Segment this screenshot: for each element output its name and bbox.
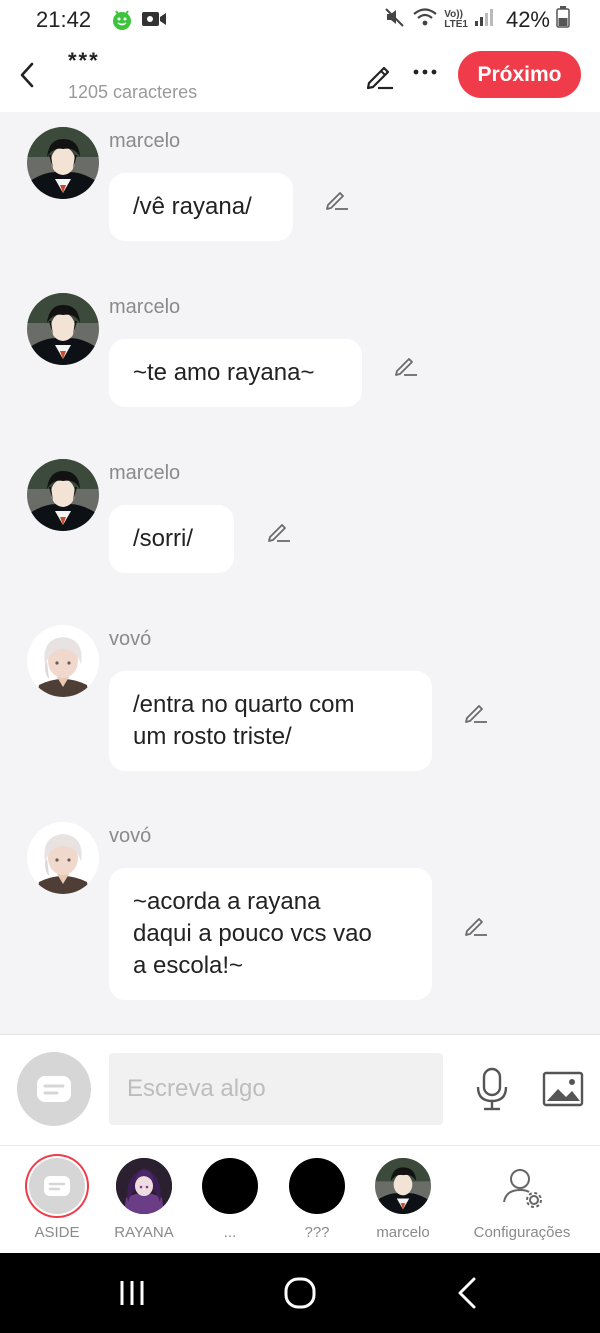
edit-message-button[interactable]: [463, 699, 489, 725]
character-tab-ellipsis[interactable]: ...: [180, 1146, 280, 1254]
message-sender: vovó: [109, 825, 152, 847]
message-line: daqui a pouco vcs vao: [133, 920, 372, 947]
home-icon: [284, 1277, 316, 1309]
user-settings-icon: [494, 1158, 550, 1214]
character-tab-label: ASIDE: [34, 1224, 80, 1241]
pencil-icon: [366, 66, 393, 90]
next-button[interactable]: Próximo: [458, 51, 581, 98]
avatar-marcelo: [375, 1158, 431, 1214]
back-icon: [458, 1277, 476, 1309]
avatar-marcelo[interactable]: [27, 459, 99, 531]
avatar-rayana: [116, 1158, 172, 1214]
wifi-icon: [412, 6, 438, 33]
more-icon: [413, 69, 437, 75]
character-tab-unknown[interactable]: ???: [267, 1146, 367, 1254]
image-icon: [542, 1071, 584, 1107]
pencil-icon: [465, 918, 487, 936]
settings-label: Configurações: [473, 1224, 571, 1241]
chevron-left-icon: [20, 62, 34, 88]
android-icon: [110, 8, 134, 37]
compose-bar: [0, 1034, 600, 1145]
image-button[interactable]: [542, 1071, 584, 1107]
avatar-marcelo[interactable]: [27, 127, 99, 199]
message-line: /entra no quarto com: [133, 691, 355, 718]
character-tab-label: RAYANA: [114, 1224, 174, 1241]
avatar-vovo[interactable]: [27, 625, 99, 697]
avatar-vovo[interactable]: [27, 822, 99, 894]
back-button[interactable]: [14, 58, 42, 92]
home-button[interactable]: [278, 1273, 322, 1313]
avatar-placeholder: [289, 1158, 345, 1214]
message-line: /vê rayana/: [133, 193, 252, 220]
message-sender: marcelo: [109, 462, 181, 484]
pencil-icon: [326, 192, 348, 210]
message-sender: marcelo: [109, 296, 181, 318]
video-icon: [141, 9, 167, 34]
editor-header: *** 1205 caracteres Próximo: [0, 42, 600, 112]
status-indicators: Vo)) LTE1 42%: [384, 6, 570, 33]
edit-message-button[interactable]: [463, 912, 489, 938]
settings-tab[interactable]: Configurações: [466, 1146, 578, 1254]
aside-toggle-button[interactable]: [17, 1052, 91, 1126]
pencil-icon: [395, 358, 417, 376]
message-bubble[interactable]: ~acorda a rayana daqui a pouco vcs vao a…: [109, 868, 432, 1000]
recent-apps-button[interactable]: [110, 1273, 154, 1313]
character-tab-aside[interactable]: ASIDE: [7, 1146, 107, 1254]
character-tab-label: ...: [223, 1224, 237, 1241]
message-sender: marcelo: [109, 130, 181, 152]
message-line: /sorri/: [133, 525, 193, 552]
character-count: 1205 caracteres: [68, 82, 198, 102]
more-options-button[interactable]: [411, 62, 439, 82]
recents-icon: [120, 1281, 144, 1305]
message-bubble[interactable]: ~te amo rayana~: [109, 339, 362, 407]
mute-icon: [384, 6, 406, 33]
pencil-icon: [465, 705, 487, 723]
aside-icon: [29, 1158, 85, 1214]
message-bubble[interactable]: /entra no quarto com um rosto triste/: [109, 671, 432, 771]
avatar-placeholder: [202, 1158, 258, 1214]
message-sender: vovó: [109, 628, 152, 650]
chat-bubble-icon: [37, 1076, 71, 1102]
avatar-marcelo[interactable]: [27, 293, 99, 365]
message-bubble[interactable]: /vê rayana/: [109, 173, 293, 241]
page-title: ***: [68, 48, 100, 73]
edit-message-button[interactable]: [393, 352, 419, 378]
signal-icon: [474, 7, 494, 32]
character-tab-label: marcelo: [376, 1224, 430, 1241]
volte-icon: Vo)) LTE1: [444, 8, 468, 30]
system-back-button[interactable]: [446, 1273, 490, 1313]
message-line: a escola!~: [133, 952, 244, 979]
message-line: ~te amo rayana~: [133, 359, 315, 386]
edit-message-button[interactable]: [266, 518, 292, 544]
pencil-icon: [268, 524, 290, 542]
status-bar: 21:42 Vo)) LTE1 42%: [0, 0, 600, 42]
battery-icon: [556, 6, 570, 33]
system-nav-bar: [0, 1253, 600, 1333]
character-bar: ASIDE RAYANA ... ??? marcelo Configuraçõ…: [0, 1145, 600, 1254]
message-input[interactable]: [109, 1053, 443, 1125]
status-time: 21:42: [36, 7, 92, 32]
battery-percent: 42%: [505, 6, 550, 32]
message-line: ~acorda a rayana: [133, 888, 321, 915]
character-tab-label: ???: [304, 1224, 330, 1241]
character-tab-rayana[interactable]: RAYANA: [94, 1146, 194, 1254]
message-line: um rosto triste/: [133, 723, 292, 750]
character-tab-marcelo[interactable]: marcelo: [353, 1146, 453, 1254]
microphone-icon: [476, 1067, 508, 1111]
message-bubble[interactable]: /sorri/: [109, 505, 234, 573]
edit-title-button[interactable]: [364, 60, 396, 92]
microphone-button[interactable]: [474, 1067, 510, 1111]
edit-message-button[interactable]: [324, 186, 350, 212]
